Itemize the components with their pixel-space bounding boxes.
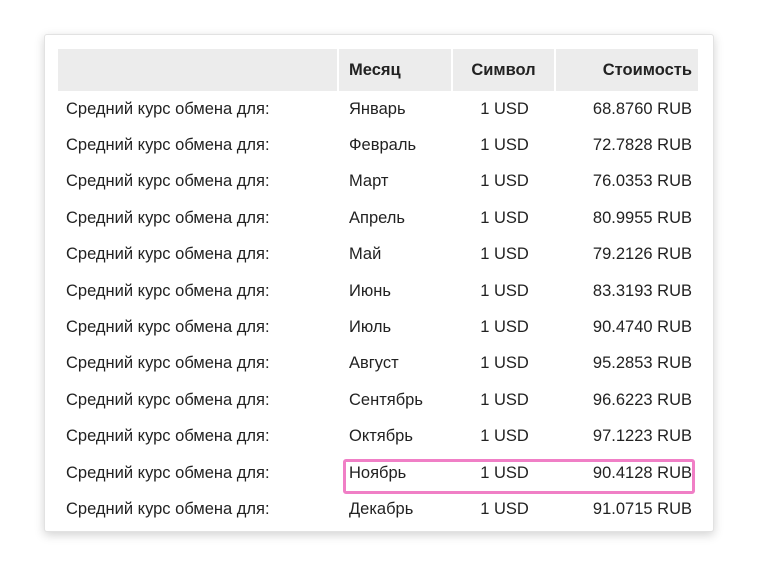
row-description: Средний курс обмена для: (66, 245, 270, 264)
row-month: Март (349, 172, 389, 191)
column-header-cost: Стоимость (556, 49, 698, 91)
table-row: Средний курс обмена для: Май 1 USD 79.21… (58, 237, 698, 273)
row-cost: 97.1223 RUB (592, 427, 692, 446)
row-month: Декабрь (349, 499, 414, 518)
row-month: Январь (349, 99, 406, 118)
row-cost: 90.4128 RUB (592, 463, 692, 482)
table-row-highlighted: Средний курс обмена для: Ноябрь 1 USD 90… (58, 455, 698, 491)
row-symbol: 1 USD (480, 427, 529, 446)
row-description: Средний курс обмена для: (66, 354, 270, 373)
row-symbol: 1 USD (480, 281, 529, 300)
row-month: Сентябрь (349, 390, 423, 409)
row-month: Июль (349, 318, 392, 337)
row-symbol: 1 USD (480, 390, 529, 409)
table-row: Средний курс обмена для: Декабрь 1 USD 9… (58, 491, 698, 527)
row-description: Средний курс обмена для: (66, 136, 270, 155)
row-description: Средний курс обмена для: (66, 499, 270, 518)
row-symbol: 1 USD (480, 208, 529, 227)
row-symbol: 1 USD (480, 499, 529, 518)
row-description: Средний курс обмена для: (66, 318, 270, 337)
column-header-month: Месяц (339, 49, 453, 91)
table-row: Средний курс обмена для: Апрель 1 USD 80… (58, 200, 698, 236)
row-cost: 83.3193 RUB (592, 281, 692, 300)
row-description: Средний курс обмена для: (66, 172, 270, 191)
row-symbol: 1 USD (480, 463, 529, 482)
table-row: Средний курс обмена для: Март 1 USD 76.0… (58, 164, 698, 200)
row-symbol: 1 USD (480, 99, 529, 118)
row-cost: 91.0715 RUB (592, 499, 692, 518)
row-description: Средний курс обмена для: (66, 390, 270, 409)
row-cost: 76.0353 RUB (592, 172, 692, 191)
row-month: Август (349, 354, 399, 373)
row-cost: 72.7828 RUB (592, 136, 692, 155)
row-month: Май (349, 245, 382, 264)
row-symbol: 1 USD (480, 245, 529, 264)
exchange-rate-table: Месяц Символ Стоимость Средний курс обме… (58, 49, 698, 528)
row-cost: 80.9955 RUB (592, 208, 692, 227)
table-row: Средний курс обмена для: Август 1 USD 95… (58, 346, 698, 382)
table-row: Средний курс обмена для: Октябрь 1 USD 9… (58, 419, 698, 455)
row-month: Февраль (349, 136, 417, 155)
row-month: Ноябрь (349, 463, 407, 482)
column-header-description (58, 49, 339, 91)
table-row: Средний курс обмена для: Февраль 1 USD 7… (58, 127, 698, 163)
row-month: Октябрь (349, 427, 413, 446)
table-header-row: Месяц Символ Стоимость (58, 49, 698, 91)
row-cost: 79.2126 RUB (592, 245, 692, 264)
row-cost: 96.6223 RUB (592, 390, 692, 409)
row-symbol: 1 USD (480, 354, 529, 373)
row-month: Июнь (349, 281, 391, 300)
row-cost: 95.2853 RUB (592, 354, 692, 373)
row-description: Средний курс обмена для: (66, 427, 270, 446)
table-row: Средний курс обмена для: Июль 1 USD 90.4… (58, 309, 698, 345)
row-description: Средний курс обмена для: (66, 281, 270, 300)
table-row: Средний курс обмена для: Июнь 1 USD 83.3… (58, 273, 698, 309)
row-cost: 90.4740 RUB (592, 318, 692, 337)
row-symbol: 1 USD (480, 318, 529, 337)
row-description: Средний курс обмена для: (66, 463, 270, 482)
row-month: Апрель (349, 208, 405, 227)
table-row: Средний курс обмена для: Сентябрь 1 USD … (58, 382, 698, 418)
row-cost: 68.8760 RUB (592, 99, 692, 118)
column-header-symbol: Символ (453, 49, 556, 91)
row-description: Средний курс обмена для: (66, 208, 270, 227)
table-row: Средний курс обмена для: Январь 1 USD 68… (58, 91, 698, 127)
row-symbol: 1 USD (480, 136, 529, 155)
exchange-rate-card: Месяц Символ Стоимость Средний курс обме… (44, 34, 714, 532)
row-symbol: 1 USD (480, 172, 529, 191)
row-description: Средний курс обмена для: (66, 99, 270, 118)
